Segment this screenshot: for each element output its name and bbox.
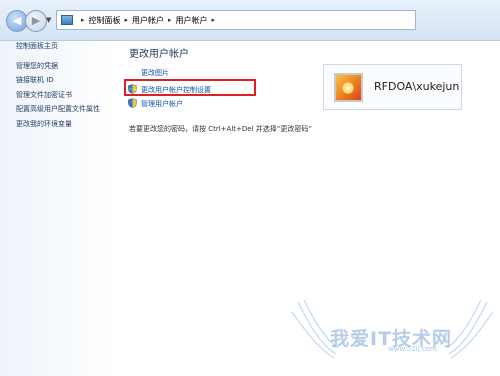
- control-panel-icon: [61, 15, 73, 25]
- chevron-right-icon[interactable]: ▸: [212, 16, 216, 24]
- chevron-right-icon[interactable]: ▸: [81, 16, 85, 24]
- chevron-right-icon[interactable]: ▸: [168, 16, 172, 24]
- sidebar: 控制面板主页 管理您的凭据 链接联机 ID 管理文件加密证书 配置高级用户配置文…: [0, 41, 116, 376]
- navigation-bar: ◀ ▶ ▼ ▸ 控制面板 ▸ 用户帐户 ▸ 用户帐户 ▸: [0, 0, 500, 41]
- manage-user-accounts-link[interactable]: 管理用户帐户: [141, 99, 183, 109]
- avatar[interactable]: [334, 73, 363, 102]
- password-note: 若要更改您的密码，请按 Ctrl+Alt+Del 并选择“更改密码”: [129, 125, 313, 133]
- change-uac-settings-link[interactable]: 更改用户帐户控制设置: [141, 85, 211, 95]
- watermark-url: www.52ij.com: [388, 345, 437, 353]
- breadcrumb-control-panel[interactable]: 控制面板: [89, 15, 121, 26]
- breadcrumb-user-accounts[interactable]: 用户帐户: [132, 15, 164, 26]
- change-picture-link[interactable]: 更改图片: [141, 68, 169, 78]
- forward-arrow-icon: ▶: [31, 14, 41, 27]
- user-account-card: RFDOA\xukejun: [323, 64, 462, 110]
- address-bar[interactable]: ▸ 控制面板 ▸ 用户帐户 ▸ 用户帐户 ▸: [56, 10, 416, 30]
- sidebar-item-control-panel-home[interactable]: 控制面板主页: [16, 41, 58, 51]
- sidebar-item-environment-variables[interactable]: 更改我的环境变量: [16, 119, 72, 129]
- user-name: RFDOA\xukejun: [374, 80, 460, 93]
- page-title: 更改用户帐户: [129, 49, 189, 60]
- recent-pages-dropdown-icon[interactable]: ▼: [46, 16, 51, 24]
- uac-shield-icon: [128, 98, 137, 108]
- sidebar-item-advanced-profile[interactable]: 配置高级用户配置文件属性: [16, 104, 100, 114]
- sidebar-item-manage-file-encryption[interactable]: 管理文件加密证书: [16, 90, 72, 100]
- chevron-right-icon[interactable]: ▸: [125, 16, 129, 24]
- back-arrow-icon: ◀: [12, 14, 22, 27]
- sidebar-item-manage-credentials[interactable]: 管理您的凭据: [16, 61, 58, 71]
- watermark: 我爱IT技术网 www.52ij.com: [290, 298, 495, 372]
- breadcrumb-user-accounts-current[interactable]: 用户帐户: [176, 15, 208, 26]
- forward-button[interactable]: ▶: [25, 10, 47, 32]
- sidebar-item-link-online-id[interactable]: 链接联机 ID: [16, 75, 54, 85]
- uac-shield-icon: [128, 84, 137, 94]
